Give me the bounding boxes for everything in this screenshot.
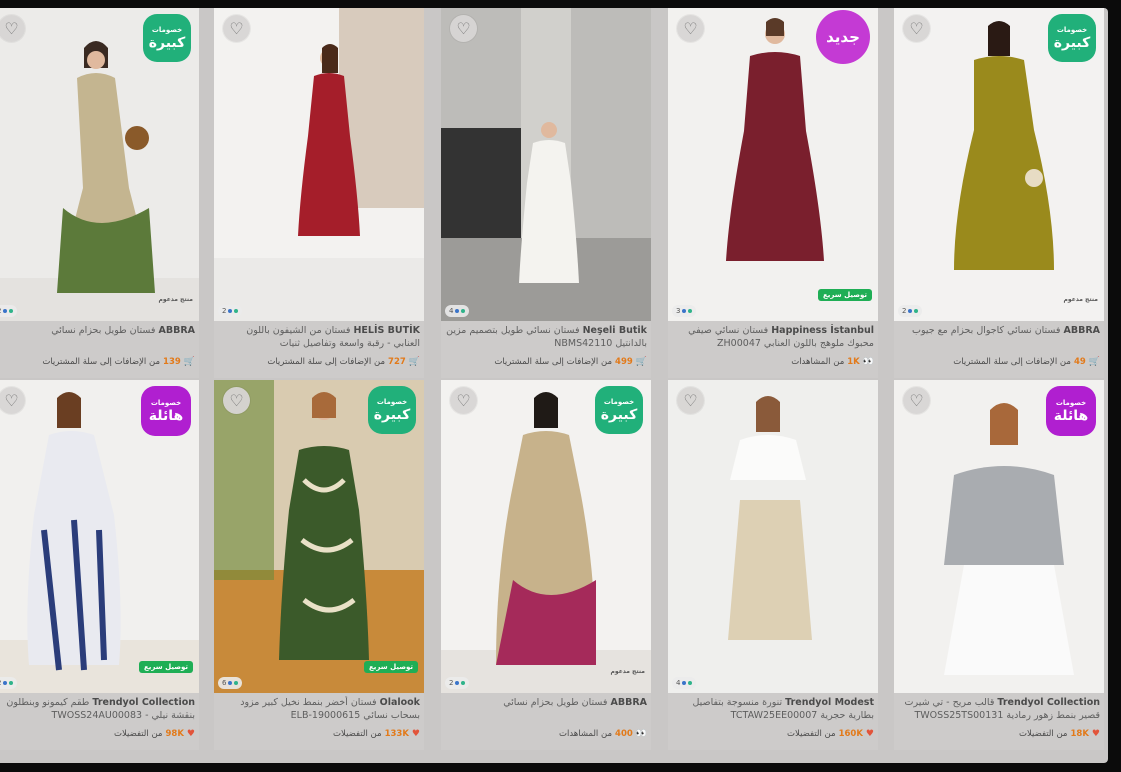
heart-icon: ♥ [865,729,874,739]
favorite-heart-icon[interactable]: ♡ [677,387,704,414]
big-discount-badge: خصومات كبيرة [1048,14,1096,62]
product-image[interactable]: ♡ خصوماتكبيرة منتج مدعوم 2 [441,380,651,693]
favorite-heart-icon[interactable]: ♡ [903,387,930,414]
favorite-heart-icon[interactable]: ♡ [450,15,477,42]
fast-delivery-badge: توصيل سريع [139,661,193,673]
huge-discount-badge: خصومات هائلة [1046,386,1096,436]
product-stat: 🛒 139 من الإضافات إلى سلة المشتريات [42,357,195,367]
favorite-heart-icon[interactable]: ♡ [223,387,250,414]
new-badge: جديد [816,10,870,64]
product-image[interactable]: ♡ خصوماتكبيرة منتج مدعوم 2 [0,8,199,321]
product-info[interactable]: Trendyol Collection طقم كيمونو وبنطلون ب… [0,696,199,746]
color-options[interactable]: 2 [218,305,243,317]
product-image[interactable]: ♡ خصومات كبيرة توصيل سريع 6 [214,380,424,693]
cart-add-icon: 🛒 [408,357,420,367]
product-card[interactable]: ♡ 4 Trendyol Modest تنورة منسوجة بتفاصيل… [668,380,878,750]
product-info[interactable]: Happiness İstanbul فستان نسائي صيفي محبو… [668,324,878,374]
product-image[interactable]: ♡ جديد توصيل سريع 3 [668,8,878,321]
product-title[interactable]: Happiness İstanbul فستان نسائي صيفي محبو… [672,324,874,350]
color-options[interactable]: 2 [0,677,18,689]
product-card[interactable]: ♡ خصوماتكبيرة منتج مدعوم 2 ABBRA فستان ط… [441,380,651,750]
product-card[interactable]: ♡ خصومات كبيرة توصيل سريع 6 Olalook فستان… [214,380,424,750]
favorite-heart-icon[interactable]: ♡ [677,15,704,42]
product-image[interactable]: ♡ 4 [441,8,651,321]
product-info[interactable]: Trendyol Collection قالب مريح - تي شيرت … [894,696,1104,746]
product-stat: ♥ 18K من التفضيلات [1018,729,1100,739]
color-options[interactable]: 6 [218,677,243,689]
product-image[interactable]: ♡ 4 [668,380,878,693]
product-grid: ♡ خصوماتكبيرة منتج مدعوم 2 ABBRA فستان ط… [0,8,1108,763]
product-stat: 🛒 727 من الإضافات إلى سلة المشتريات [267,357,420,367]
product-info[interactable]: ABBRA فستان نسائي كاجوال بحزام مع جيوب 🛒… [894,324,1104,374]
product-info[interactable]: Trendyol Modest تنورة منسوجة بتفاصيل بطا… [668,696,878,746]
color-options[interactable]: 4 [672,677,697,689]
big-discount-badge: خصومات كبيرة [143,14,191,62]
product-stat: 👀 400 من المشاهدات [558,729,647,739]
favorite-heart-icon[interactable]: ♡ [450,387,477,414]
product-info[interactable]: Neşeli Butik فستان نسائي طويل بتصميم مزي… [441,324,651,374]
fast-delivery-badge: توصيل سريع [818,289,872,301]
cart-add-icon: 🛒 [183,357,195,367]
product-card[interactable]: ♡ جديد توصيل سريع 3 Happiness İstanbul ف… [668,8,878,378]
product-card[interactable]: ♡ 2 HELİS BUTİK فستان من الشيفون باللون … [214,8,424,378]
huge-discount-badge: خصومات هائلة [141,386,191,436]
heart-icon: ♥ [411,729,420,739]
favorite-heart-icon[interactable]: ♡ [223,15,250,42]
product-stat: ♥ 98K من التفضيلات [113,729,195,739]
product-title[interactable]: ABBRA فستان طويل بحزام نسائي [0,324,195,350]
color-options[interactable]: 4 [445,305,470,317]
big-discount-badge: خصومات كبيرة [368,386,416,434]
sponsored-label: منتج مدعوم [1063,296,1098,303]
product-stat: ♥ 160K من التفضيلات [787,729,874,739]
sponsored-label: منتج مدعوم [158,296,193,303]
product-card[interactable]: ♡ 4 Neşeli Butik فستان نسائي طويل بتصميم… [441,8,651,378]
fast-delivery-badge: توصيل سريع [364,661,418,673]
product-card[interactable]: ♡ خصوماتهائلة توصيل سريع 2 Trendyol Coll… [0,380,199,750]
product-stat: 🛒 499 من الإضافات إلى سلة المشتريات [494,357,647,367]
product-card[interactable]: ♡ خصومات هائلة Trendyol Collection قالب م… [894,380,1104,750]
eyes-icon: 👀 [635,729,647,739]
product-image[interactable]: ♡ خصوماتكبيرة منتج مدعوم 2 [894,8,1104,321]
heart-icon: ♥ [186,729,195,739]
product-stat: ♥ 133K من التفضيلات [333,729,420,739]
product-title[interactable]: Neşeli Butik فستان نسائي طويل بتصميم مزي… [445,324,647,350]
color-options[interactable]: 2 [0,305,18,317]
cart-add-icon: 🛒 [1088,357,1100,367]
product-info[interactable]: ABBRA فستان طويل بحزام نسائي 🛒 139 من الإض… [0,324,199,374]
product-info[interactable]: HELİS BUTİK فستان من الشيفون باللون العن… [214,324,424,374]
product-title[interactable]: Olalook فستان أخضر بنمط نخيل كبير مزود ب… [218,696,420,722]
product-title[interactable]: Trendyol Collection طقم كيمونو وبنطلون ب… [0,696,195,722]
product-title[interactable]: Trendyol Modest تنورة منسوجة بتفاصيل بطا… [672,696,874,722]
product-image[interactable]: ♡ خصوماتهائلة توصيل سريع 2 [0,380,199,693]
product-stat: 🛒 49 من الإضافات إلى سلة المشتريات [953,357,1100,367]
color-options[interactable]: 2 [898,305,923,317]
product-title[interactable]: HELİS BUTİK فستان من الشيفون باللون العن… [218,324,420,350]
product-card[interactable]: ♡ خصوماتكبيرة منتج مدعوم 2 ABBRA فستان ط… [0,8,199,378]
big-discount-badge: خصومات كبيرة [595,386,643,434]
eyes-icon: 👀 [862,357,874,367]
product-card[interactable]: ♡ خصومات كبيرة منتج مدعوم 2 ABBRA فستان ن… [894,8,1104,378]
favorite-heart-icon[interactable]: ♡ [903,15,930,42]
product-title[interactable]: ABBRA فستان نسائي كاجوال بحزام مع جيوب [898,324,1100,350]
product-grid-frame: ♡ خصوماتكبيرة منتج مدعوم 2 ABBRA فستان ط… [0,8,1108,763]
cart-add-icon: 🛒 [635,357,647,367]
product-info[interactable]: ABBRA فستان طويل بحزام نسائي 👀 400 من المش… [441,696,651,746]
heart-icon: ♥ [1091,729,1100,739]
product-image[interactable]: ♡ 2 [214,8,424,321]
product-stat: 👀 1K من المشاهدات [791,357,874,367]
product-image[interactable]: ♡ خصومات هائلة [894,380,1104,693]
product-info[interactable]: Olalook فستان أخضر بنمط نخيل كبير مزود ب… [214,696,424,746]
color-options[interactable]: 3 [672,305,697,317]
color-options[interactable]: 2 [445,677,470,689]
product-title[interactable]: ABBRA فستان طويل بحزام نسائي [445,696,647,722]
sponsored-label: منتج مدعوم [610,668,645,675]
product-title[interactable]: Trendyol Collection قالب مريح - تي شيرت … [898,696,1100,722]
